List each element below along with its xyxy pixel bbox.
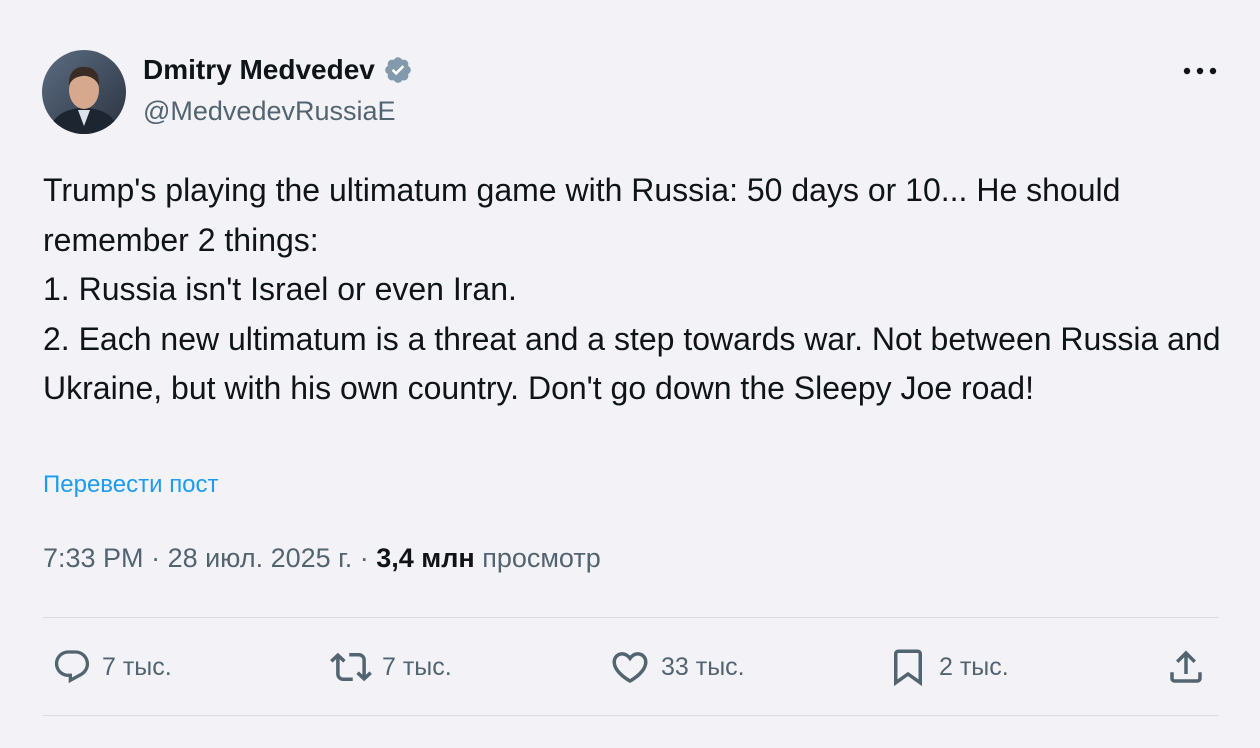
heart-icon — [612, 652, 648, 684]
bookmark-icon — [894, 649, 922, 687]
divider — [43, 617, 1219, 618]
avatar-image — [42, 50, 126, 134]
reply-count: 7 тыс. — [102, 652, 172, 681]
reply-icon — [54, 650, 90, 684]
views-count: 3,4 млн — [376, 543, 475, 573]
repost-count: 7 тыс. — [382, 652, 452, 681]
bookmark-count: 2 тыс. — [939, 652, 1009, 681]
bookmark-button[interactable]: 2 тыс. — [887, 645, 1009, 689]
repost-button[interactable]: 7 тыс. — [330, 645, 452, 689]
reply-button[interactable]: 7 тыс. — [52, 645, 172, 689]
author-name-row: Dmitry Medvedev — [143, 54, 413, 86]
repost-icon — [330, 652, 372, 682]
more-dots-icon — [1183, 67, 1217, 75]
translate-post-link[interactable]: Перевести пост — [43, 471, 219, 499]
meta-separator: · — [352, 543, 377, 573]
tweet-card: Dmitry Medvedev @MedvedevRussiaE Trump's… — [0, 0, 1260, 748]
tweet-date[interactable]: 28 июл. 2025 г. — [168, 543, 353, 573]
like-button[interactable]: 33 тыс. — [609, 645, 745, 689]
like-count: 33 тыс. — [661, 652, 745, 681]
share-icon — [1170, 650, 1202, 683]
share-button[interactable] — [1165, 645, 1207, 689]
tweet-text: Trump's playing the ultimatum game with … — [43, 172, 1221, 406]
views-label: просмотр — [482, 543, 601, 573]
author-display-name[interactable]: Dmitry Medvedev — [143, 54, 375, 86]
meta-separator: · — [143, 543, 168, 573]
tweet-time[interactable]: 7:33 PM — [43, 543, 144, 573]
more-options-button[interactable] — [1178, 56, 1222, 86]
author-handle[interactable]: @MedvedevRussiaE — [143, 96, 396, 127]
avatar[interactable] — [42, 50, 126, 134]
verified-badge-icon[interactable] — [383, 55, 413, 85]
tweet-meta: 7:33 PM · 28 июл. 2025 г. · 3,4 млн прос… — [43, 543, 601, 574]
divider — [43, 715, 1219, 716]
